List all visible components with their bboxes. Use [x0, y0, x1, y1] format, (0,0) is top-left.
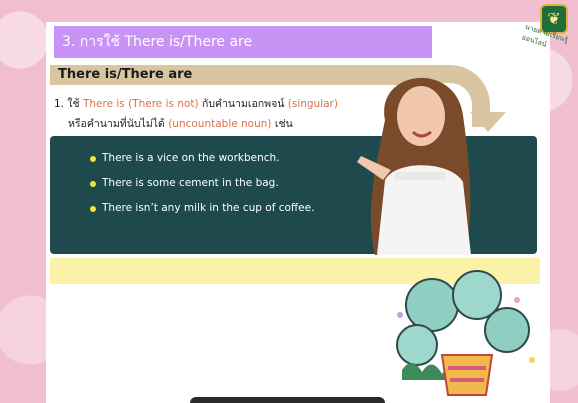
bullet-icon	[90, 205, 96, 212]
player-controls-bar[interactable]	[190, 397, 385, 403]
rule-line-2: หรือคำนามที่นับไม่ได้ (uncountable noun)…	[68, 118, 293, 130]
examples-list: There is a vice on the workbench. There …	[90, 146, 360, 221]
rule-line-1: 1. ใช้ There is (There is not) กับคำนามเ…	[54, 98, 338, 110]
list-item: There is some cement in the bag.	[90, 171, 360, 196]
list-item: There isn’t any milk in the cup of coffe…	[90, 196, 360, 221]
woman-pointing-illustration	[357, 77, 471, 255]
potted-plant-illustration	[396, 270, 535, 396]
bullet-icon	[90, 155, 96, 162]
list-item: There is a vice on the workbench.	[90, 146, 360, 171]
slide-title: 3. การใช้ There is/There are	[62, 34, 253, 50]
slide-title-bar: 3. การใช้ There is/There are	[54, 26, 432, 58]
rule-text: 1. ใช้ There is (There is not) กับคำนามเ…	[54, 94, 384, 134]
bullet-icon	[90, 180, 96, 187]
